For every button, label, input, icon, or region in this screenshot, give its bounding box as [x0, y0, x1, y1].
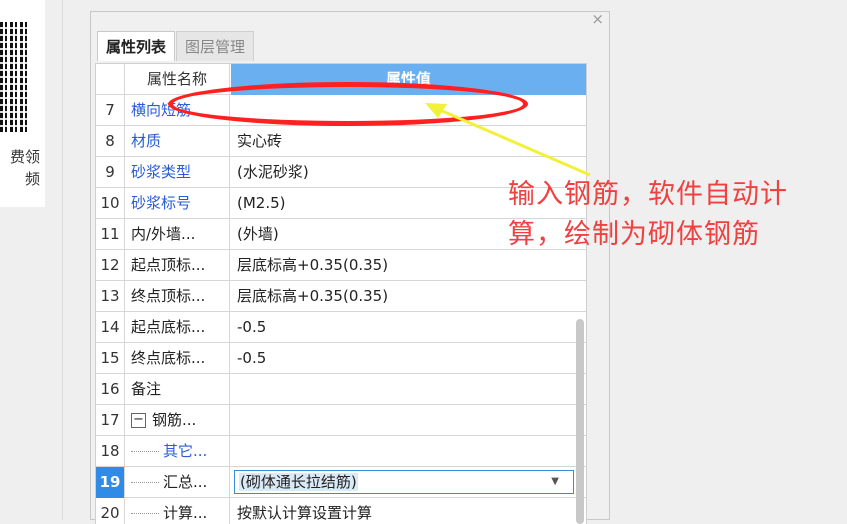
row-value: (砌体通长拉结筋) ▼	[231, 467, 586, 497]
tree-connector	[131, 512, 159, 515]
dropdown-caret-icon[interactable]: ▼	[551, 471, 559, 493]
row-value[interactable]: 层底标高+0.35(0.35)	[231, 281, 586, 311]
table-row-selected[interactable]: 19 汇总... (砌体通长拉结筋) ▼	[96, 467, 586, 498]
row-name: 终点底标...	[125, 343, 230, 374]
table-row[interactable]: 18 其它...	[96, 436, 586, 467]
row-number: 20	[96, 498, 125, 524]
row-value[interactable]	[231, 436, 586, 466]
panel-tabs: 属性列表 图层管理	[97, 31, 255, 61]
row-name: 计算...	[125, 498, 230, 524]
header-num-cell	[96, 64, 125, 95]
row-name-label: 计算...	[163, 504, 208, 522]
highlight-ellipse	[168, 82, 528, 126]
row-value[interactable]: 实心砖	[231, 126, 586, 156]
table-row[interactable]: 16 备注	[96, 374, 586, 405]
row-name-label: 钢筋...	[152, 411, 197, 429]
value-combobox[interactable]: (砌体通长拉结筋) ▼	[234, 470, 574, 494]
row-name: 起点顶标...	[125, 250, 230, 281]
row-value[interactable]: -0.5	[231, 343, 586, 373]
tree-connector	[131, 450, 159, 453]
row-number: 18	[96, 436, 125, 467]
row-name: 备注	[125, 374, 230, 405]
row-number: 10	[96, 188, 125, 219]
row-name: 内/外墙...	[125, 219, 230, 250]
side-caption-line1: 费领	[9, 148, 40, 166]
annotation-text: 输入钢筋，软件自动计 算，绘制为砌体钢筋	[508, 175, 838, 255]
table-row[interactable]: 17 − 钢筋...	[96, 405, 586, 436]
annotation-line2: 算，绘制为砌体钢筋	[508, 219, 760, 250]
row-value[interactable]: 按默认计算设置计算	[231, 498, 586, 524]
row-number: 15	[96, 343, 125, 374]
row-number: 12	[96, 250, 125, 281]
divider	[62, 0, 63, 520]
row-name: 砂浆类型	[125, 157, 230, 188]
row-value[interactable]	[231, 374, 586, 404]
property-table: 属性名称 属性值 7 横向短筋 8 材质 实心砖 9 砂浆类型 (水泥砂浆) 1…	[95, 63, 587, 524]
table-row[interactable]: 13 终点顶标... 层底标高+0.35(0.35)	[96, 281, 586, 312]
row-number: 13	[96, 281, 125, 312]
row-number: 14	[96, 312, 125, 343]
tab-layer-management[interactable]: 图层管理	[176, 31, 255, 61]
row-value[interactable]: -0.5	[231, 312, 586, 342]
tree-connector	[131, 481, 159, 484]
row-value[interactable]	[231, 405, 586, 435]
row-name: − 钢筋...	[125, 405, 230, 436]
row-number: 7	[96, 95, 125, 126]
row-number: 11	[96, 219, 125, 250]
row-number: 16	[96, 374, 125, 405]
row-name: 其它...	[125, 436, 230, 467]
row-name: 终点顶标...	[125, 281, 230, 312]
side-caption: 费领 频	[0, 146, 40, 190]
qr-code-image	[0, 22, 30, 132]
table-row[interactable]: 8 材质 实心砖	[96, 126, 586, 157]
row-number: 19	[96, 467, 125, 498]
tab-property-list[interactable]: 属性列表	[97, 31, 176, 61]
row-name-label: 其它...	[163, 442, 208, 460]
table-row[interactable]: 14 起点底标... -0.5	[96, 312, 586, 343]
row-name: 汇总...	[125, 467, 230, 498]
table-row[interactable]: 20 计算... 按默认计算设置计算	[96, 498, 586, 524]
row-number: 8	[96, 126, 125, 157]
combobox-text[interactable]: (砌体通长拉结筋)	[239, 473, 358, 491]
row-number: 9	[96, 157, 125, 188]
annotation-line1: 输入钢筋，软件自动计	[508, 179, 788, 210]
row-name: 起点底标...	[125, 312, 230, 343]
row-name: 砂浆标号	[125, 188, 230, 219]
row-number: 17	[96, 405, 125, 436]
vertical-scrollbar[interactable]	[576, 319, 584, 524]
close-icon[interactable]: ×	[591, 10, 604, 28]
left-side-panel: 费领 频	[0, 0, 45, 207]
row-name-label: 汇总...	[163, 473, 208, 491]
side-caption-line2: 频	[24, 170, 40, 188]
row-name: 材质	[125, 126, 230, 157]
table-row[interactable]: 15 终点底标... -0.5	[96, 343, 586, 374]
collapse-toggle-icon[interactable]: −	[131, 413, 146, 428]
